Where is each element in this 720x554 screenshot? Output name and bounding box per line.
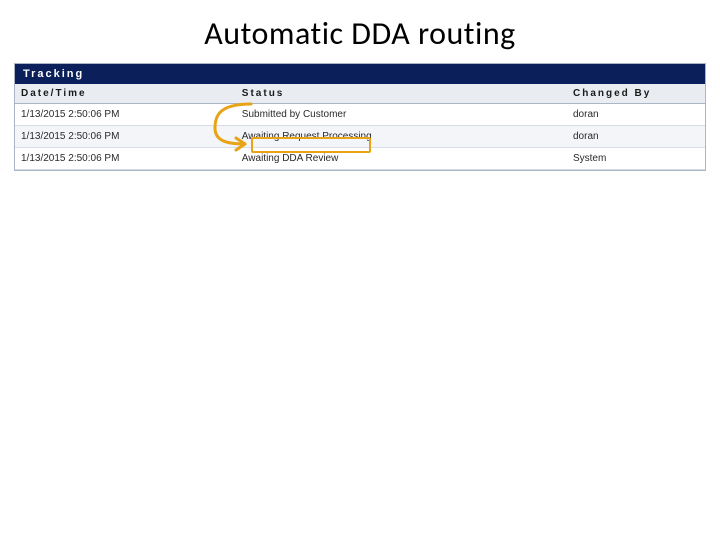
cell-by: doran — [567, 104, 705, 126]
tracking-panel: Tracking Date/Time Status Changed By 1/1… — [14, 63, 706, 171]
cell-status: Awaiting Request Processing — [236, 126, 567, 148]
col-header-status: Status — [236, 84, 567, 104]
cell-date: 1/13/2015 2:50:06 PM — [15, 104, 236, 126]
panel-heading: Tracking — [15, 64, 705, 84]
col-header-date: Date/Time — [15, 84, 236, 104]
cell-date: 1/13/2015 2:50:06 PM — [15, 126, 236, 148]
tracking-table: Date/Time Status Changed By 1/13/2015 2:… — [15, 84, 705, 170]
table-header-row: Date/Time Status Changed By — [15, 84, 705, 104]
cell-status: Submitted by Customer — [236, 104, 567, 126]
table-row: 1/13/2015 2:50:06 PM Awaiting Request Pr… — [15, 126, 705, 148]
cell-by: doran — [567, 126, 705, 148]
col-header-by: Changed By — [567, 84, 705, 104]
table-row: 1/13/2015 2:50:06 PM Awaiting DDA Review… — [15, 148, 705, 170]
table-row: 1/13/2015 2:50:06 PM Submitted by Custom… — [15, 104, 705, 126]
cell-by: System — [567, 148, 705, 170]
cell-date: 1/13/2015 2:50:06 PM — [15, 148, 236, 170]
page-title: Automatic DDA routing — [0, 14, 720, 53]
cell-status: Awaiting DDA Review — [236, 148, 567, 170]
